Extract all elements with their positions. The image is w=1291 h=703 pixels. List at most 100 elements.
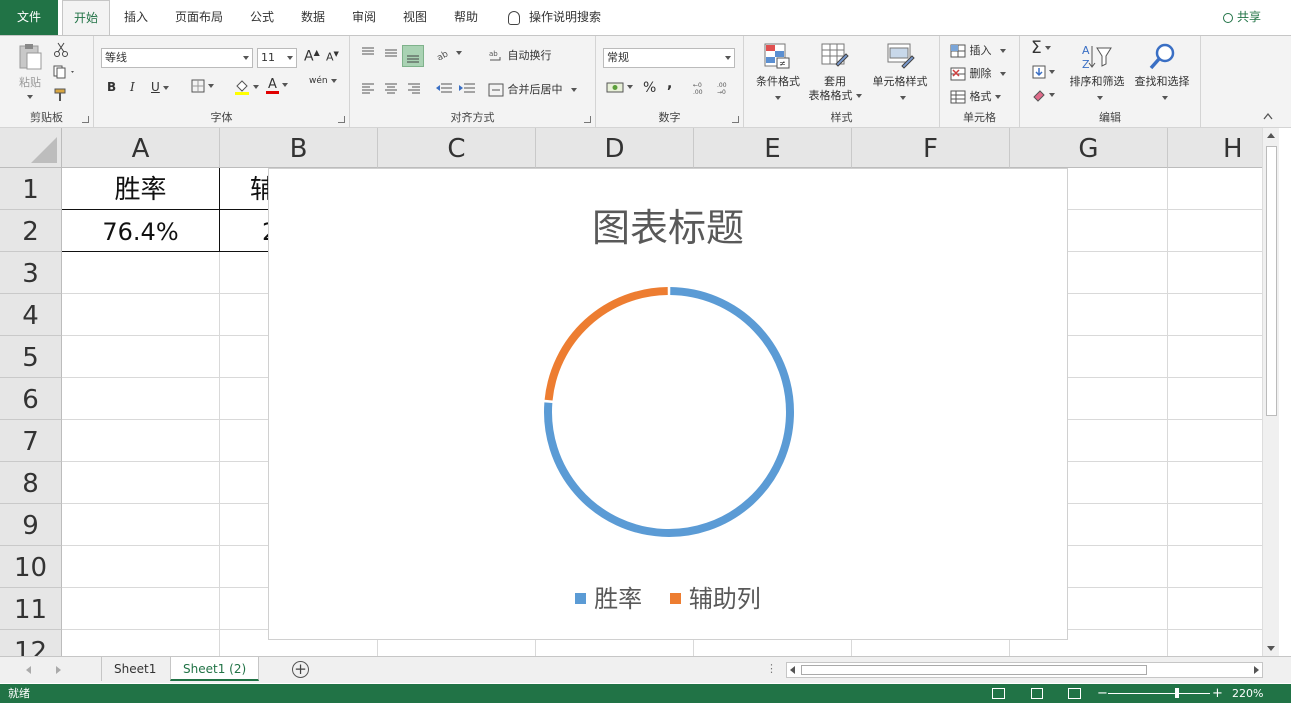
merge-center-button[interactable]: 合并后居中 <box>488 81 577 97</box>
row-header-7[interactable]: 7 <box>0 420 62 462</box>
tab-view[interactable]: 视图 <box>401 0 429 35</box>
horizontal-scroll-thumb[interactable] <box>801 665 1147 675</box>
normal-view-icon[interactable] <box>992 688 1005 699</box>
find-select-button[interactable]: 查找和选择 <box>1130 40 1194 106</box>
italic-button[interactable]: I <box>130 80 135 94</box>
align-left-icon[interactable] <box>360 81 376 95</box>
shrink-font-button[interactable]: A▼ <box>326 50 339 64</box>
tab-help[interactable]: 帮助 <box>452 0 480 35</box>
share-button[interactable]: 共享 <box>1222 0 1261 35</box>
zoom-out-icon[interactable]: − <box>1097 684 1108 703</box>
zoom-slider-thumb[interactable] <box>1175 688 1179 698</box>
sheet-tab-sheet1-2[interactable]: Sheet1 (2) <box>170 657 260 681</box>
doughnut-slice-helper-column[interactable] <box>544 287 668 401</box>
row-header-2[interactable]: 2 <box>0 210 62 252</box>
row-header-10[interactable]: 10 <box>0 546 62 588</box>
tab-page-layout[interactable]: 页面布局 <box>172 0 226 35</box>
font-name-select[interactable]: 等线 <box>101 48 253 68</box>
scroll-up-icon[interactable] <box>1267 133 1275 138</box>
insert-cells-button[interactable]: 插入 <box>950 42 1006 58</box>
font-size-select[interactable]: 11 <box>257 48 297 68</box>
fill-button[interactable] <box>1032 65 1055 79</box>
column-header-f[interactable]: F <box>852 128 1010 168</box>
scissors-icon[interactable] <box>53 42 69 58</box>
row-header-1[interactable]: 1 <box>0 168 62 210</box>
decrease-decimal-icon[interactable]: .00→0 <box>716 80 736 96</box>
clear-button[interactable] <box>1032 88 1055 102</box>
number-launcher-icon[interactable] <box>732 116 739 123</box>
chart-legend[interactable]: 胜率 辅助列 <box>269 579 1067 614</box>
align-bottom-button[interactable] <box>402 45 424 67</box>
column-header-a[interactable]: A <box>62 128 220 168</box>
cell-styles-button[interactable]: 单元格样式 <box>866 40 934 106</box>
conditional-format-button[interactable]: ≠ 条件格式 <box>750 40 806 106</box>
tab-formulas[interactable]: 公式 <box>248 0 276 35</box>
row-header-11[interactable]: 11 <box>0 588 62 630</box>
tab-review[interactable]: 审阅 <box>350 0 378 35</box>
prev-sheet-icon[interactable] <box>26 666 31 674</box>
add-sheet-button[interactable]: + <box>292 661 309 678</box>
tell-me-search[interactable]: 操作说明搜索 <box>508 0 601 35</box>
delete-cells-button[interactable]: 删除 <box>950 65 1006 81</box>
align-middle-icon[interactable] <box>383 46 399 60</box>
doughnut-chart[interactable]: 图表标题 胜率 辅助列 <box>268 168 1068 640</box>
scroll-left-icon[interactable] <box>790 666 795 674</box>
zoom-slider[interactable] <box>1108 693 1210 694</box>
autosum-button[interactable]: Σ <box>1031 38 1051 58</box>
horizontal-scrollbar[interactable] <box>786 662 1263 678</box>
tab-data[interactable]: 数据 <box>299 0 327 35</box>
tab-file[interactable]: 文件 <box>0 0 58 35</box>
row-header-8[interactable]: 8 <box>0 462 62 504</box>
wrap-text-button[interactable]: ab 自动换行 <box>488 47 552 64</box>
increase-indent-icon[interactable] <box>458 81 476 95</box>
bold-button[interactable]: B <box>107 80 116 94</box>
row-header-9[interactable]: 9 <box>0 504 62 546</box>
splitter-icon[interactable]: ⋮ <box>766 662 777 676</box>
column-header-e[interactable]: E <box>694 128 852 168</box>
borders-button[interactable] <box>191 79 214 93</box>
grow-font-button[interactable]: A▲ <box>304 48 320 65</box>
decrease-indent-icon[interactable] <box>435 81 453 95</box>
font-launcher-icon[interactable] <box>338 116 345 123</box>
percent-button[interactable]: % <box>643 80 656 96</box>
column-header-d[interactable]: D <box>536 128 694 168</box>
underline-button[interactable]: U <box>151 80 169 94</box>
accounting-format-button[interactable] <box>606 80 633 94</box>
row-header-5[interactable]: 5 <box>0 336 62 378</box>
align-top-icon[interactable] <box>360 46 376 60</box>
collapse-ribbon-button[interactable] <box>1263 110 1273 120</box>
increase-decimal-icon[interactable]: ←0.00 <box>692 80 712 96</box>
tab-insert[interactable]: 插入 <box>122 0 150 35</box>
format-cells-button[interactable]: 格式 <box>950 88 1001 104</box>
copy-icon[interactable] <box>53 65 77 79</box>
vertical-scroll-thumb[interactable] <box>1266 146 1277 416</box>
scroll-down-icon[interactable] <box>1267 646 1275 651</box>
tab-home[interactable]: 开始 <box>62 0 110 36</box>
row-header-4[interactable]: 4 <box>0 294 62 336</box>
row-header-12[interactable]: 12 <box>0 630 62 656</box>
paste-button[interactable]: 粘贴 <box>14 42 46 102</box>
orientation-button[interactable]: ab <box>435 46 462 60</box>
cell-a2[interactable]: 76.4% <box>62 210 219 251</box>
fill-color-button[interactable] <box>234 78 259 95</box>
comma-button[interactable]: , <box>667 76 672 92</box>
align-center-icon[interactable] <box>383 81 399 95</box>
zoom-in-icon[interactable]: + <box>1212 684 1223 703</box>
page-layout-view-icon[interactable] <box>1031 688 1043 699</box>
phonetic-button[interactable]: wén <box>309 76 337 86</box>
page-break-view-icon[interactable] <box>1068 688 1081 699</box>
cell-a1[interactable]: 胜率 <box>62 168 219 209</box>
align-right-icon[interactable] <box>406 81 422 95</box>
font-color-button[interactable]: A <box>266 78 288 94</box>
row-header-3[interactable]: 3 <box>0 252 62 294</box>
column-header-g[interactable]: G <box>1010 128 1168 168</box>
format-painter-icon[interactable] <box>53 87 69 103</box>
sheet-tab-sheet1[interactable]: Sheet1 <box>101 657 168 681</box>
column-header-c[interactable]: C <box>378 128 536 168</box>
column-header-b[interactable]: B <box>220 128 378 168</box>
zoom-level[interactable]: 220% <box>1232 684 1263 703</box>
select-all-button[interactable] <box>0 128 62 168</box>
sort-filter-button[interactable]: AZ 排序和筛选 <box>1064 40 1130 106</box>
format-as-table-button[interactable]: 套用 表格格式 <box>804 40 866 106</box>
scroll-right-icon[interactable] <box>1254 666 1259 674</box>
